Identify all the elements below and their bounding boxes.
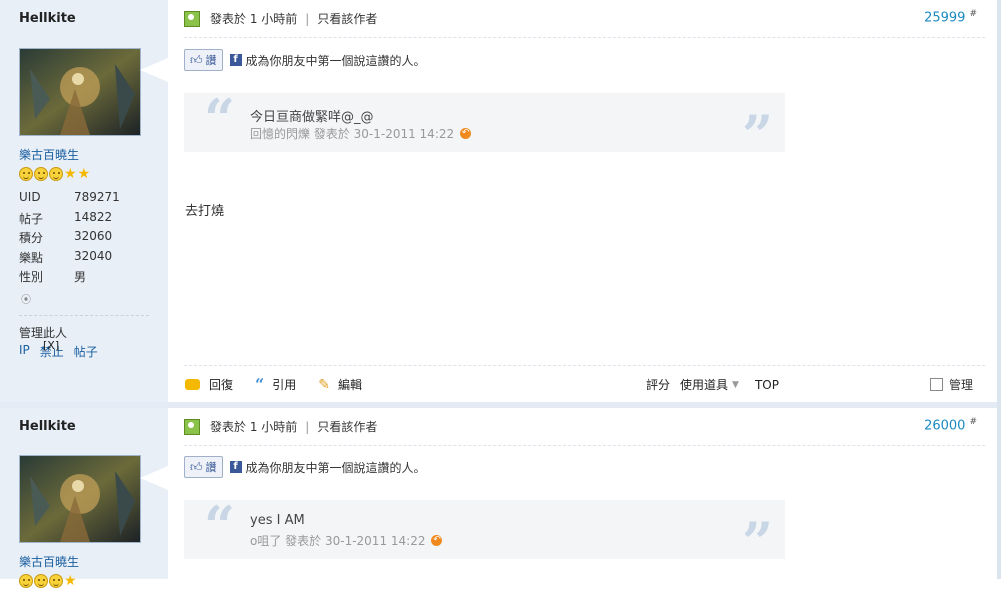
quote-text: yes I AM [250, 513, 305, 528]
smiley-icon [19, 167, 33, 181]
user-stats: UID 789271 帖子 14822 積分 32060 樂點 32040 性別男 [19, 190, 120, 288]
smiley-icon [34, 574, 48, 588]
author-sidebar: Hellkite 樂古百曉生 [0, 408, 168, 588]
post-content: 發表於 1 小時前 | 只看該作者 26000 # 👍︎ 讚 f 成為你朋友中第一… [168, 408, 1001, 579]
close-icon[interactable]: [X] [43, 339, 59, 352]
thumbs-up-icon: 👍︎ [190, 52, 203, 67]
checkbox[interactable] [930, 378, 943, 391]
like-text: 成為你朋友中第一個說這讚的人。 [245, 460, 426, 475]
rate-button[interactable]: 評分 [646, 376, 670, 393]
avatar-pointer [140, 466, 168, 490]
quote-icon: “ [255, 375, 265, 394]
avatar[interactable] [19, 455, 141, 543]
user-group[interactable]: 樂古百曉生 [19, 553, 79, 570]
facebook-icon: f [229, 461, 242, 473]
smiley-icon [49, 574, 63, 588]
smiley-icon [19, 574, 33, 588]
facebook-like-bar: 👍︎ 讚 f 成為你朋友中第一個說這讚的人。 [184, 49, 426, 71]
floor-number[interactable]: 26000 # [924, 417, 977, 433]
thumbs-up-icon: 👍︎ [190, 459, 203, 474]
post-header: 發表於 1 小時前 | 只看該作者 [184, 418, 377, 435]
quote-meta: o咀了 發表於 30-1-2011 14:22 ↶ [250, 534, 443, 548]
tools-menu[interactable]: 使用道具 [680, 376, 728, 393]
avatar[interactable] [19, 48, 141, 136]
quote-open-icon: “ [204, 494, 236, 558]
jump-to-post-icon[interactable]: ↶ [431, 535, 443, 546]
quote-block: “ 今日亘商做緊咩@_@ 回憶的閃爍 發表於 30-1-2011 14:22 ↶… [184, 87, 785, 167]
header-divider [184, 37, 985, 38]
post-message: 去打燒 [185, 204, 225, 219]
rank-icons: ★ [19, 574, 77, 588]
post-time: 發表於 1 小時前 [210, 12, 298, 26]
sidebar-divider [19, 315, 149, 316]
user-group[interactable]: 樂古百曉生 [19, 146, 79, 163]
quote-close-icon: ” [741, 510, 773, 574]
author-name[interactable]: Hellkite [19, 419, 76, 434]
star-icon: ★ [64, 573, 77, 589]
reply-button[interactable]: 回復 [185, 376, 233, 393]
author-name[interactable]: Hellkite [19, 11, 76, 26]
rss-icon[interactable]: ⦿ [21, 291, 31, 306]
like-button[interactable]: 👍︎ 讚 [184, 49, 223, 71]
only-author-link[interactable]: 只看該作者 [317, 10, 377, 27]
stat-gender: 性別男 [19, 270, 87, 284]
online-status-icon [184, 418, 200, 435]
like-text: 成為你朋友中第一個說這讚的人。 [245, 53, 426, 68]
star-icon: ★ [77, 166, 91, 182]
header-divider [184, 445, 985, 446]
facebook-icon: f [229, 54, 242, 66]
ip-link[interactable]: IP [19, 343, 30, 360]
edit-button[interactable]: ✎ 編輯 [318, 376, 362, 393]
jump-to-post-icon[interactable]: ↶ [460, 128, 472, 139]
star-icon: ★ [64, 166, 77, 182]
stat-points: 積分 32060 [19, 229, 113, 245]
only-author-link[interactable]: 只看該作者 [317, 418, 377, 435]
floor-number[interactable]: 25999 # [924, 9, 977, 25]
posts-link[interactable]: 帖子 [74, 343, 98, 360]
post-header: 發表於 1 小時前 | 只看該作者 [184, 10, 377, 27]
like-button[interactable]: 👍︎ 讚 [184, 456, 223, 478]
quote-meta: 回憶的閃爍 發表於 30-1-2011 14:22 ↶ [250, 127, 472, 141]
chevron-down-icon[interactable]: ▼ [732, 380, 739, 390]
author-sidebar: Hellkite 樂古百曉生 [0, 0, 168, 402]
post-actions: 回復 “引用 ✎ 編輯 [185, 375, 384, 394]
smiley-icon [49, 167, 63, 181]
quote-text: 今日亘商做緊咩@_@ [250, 110, 374, 125]
stat-coins: 樂點 32040 [19, 248, 113, 265]
quote-block: “ yes I AM o咀了 發表於 30-1-2011 14:22 ↶ ” [184, 494, 785, 574]
avatar-pointer [140, 58, 168, 82]
manage-checkbox[interactable]: 管理 [930, 376, 973, 393]
rank-icons: ★ ★ [19, 167, 90, 181]
header-separator: | [305, 419, 310, 434]
post-26000: Hellkite 樂古百曉生 ★ 發表於 1 小時前 | 只看該作者 26000… [0, 408, 1001, 588]
pencil-icon: ✎ [318, 376, 330, 393]
post-content: 發表於 1 小時前 | 只看該作者 25999 # 👍︎ 讚 f 成為你朋友中第一… [168, 0, 1001, 402]
header-separator: | [305, 11, 310, 26]
stat-posts: 帖子 14822 [19, 209, 113, 226]
online-status-icon [184, 10, 200, 27]
post-time: 發表於 1 小時前 [210, 420, 298, 434]
stat-uid: UID 789271 [19, 190, 120, 204]
facebook-like-bar: 👍︎ 讚 f 成為你朋友中第一個說這讚的人。 [184, 456, 426, 478]
top-link[interactable]: TOP [755, 378, 779, 392]
quote-close-icon: ” [741, 103, 773, 167]
reply-icon [185, 379, 200, 390]
quote-open-icon: “ [204, 87, 236, 151]
footer-divider [184, 365, 985, 366]
scrollbar[interactable] [997, 0, 1001, 579]
post-25999: Hellkite 樂古百曉生 ★ ★ UID 789271 帖子 14822 積… [0, 0, 1001, 402]
quote-button[interactable]: “引用 [255, 375, 296, 394]
post-tools: 評分 使用道具 ▼ TOP [646, 376, 789, 393]
smiley-icon [34, 167, 48, 181]
